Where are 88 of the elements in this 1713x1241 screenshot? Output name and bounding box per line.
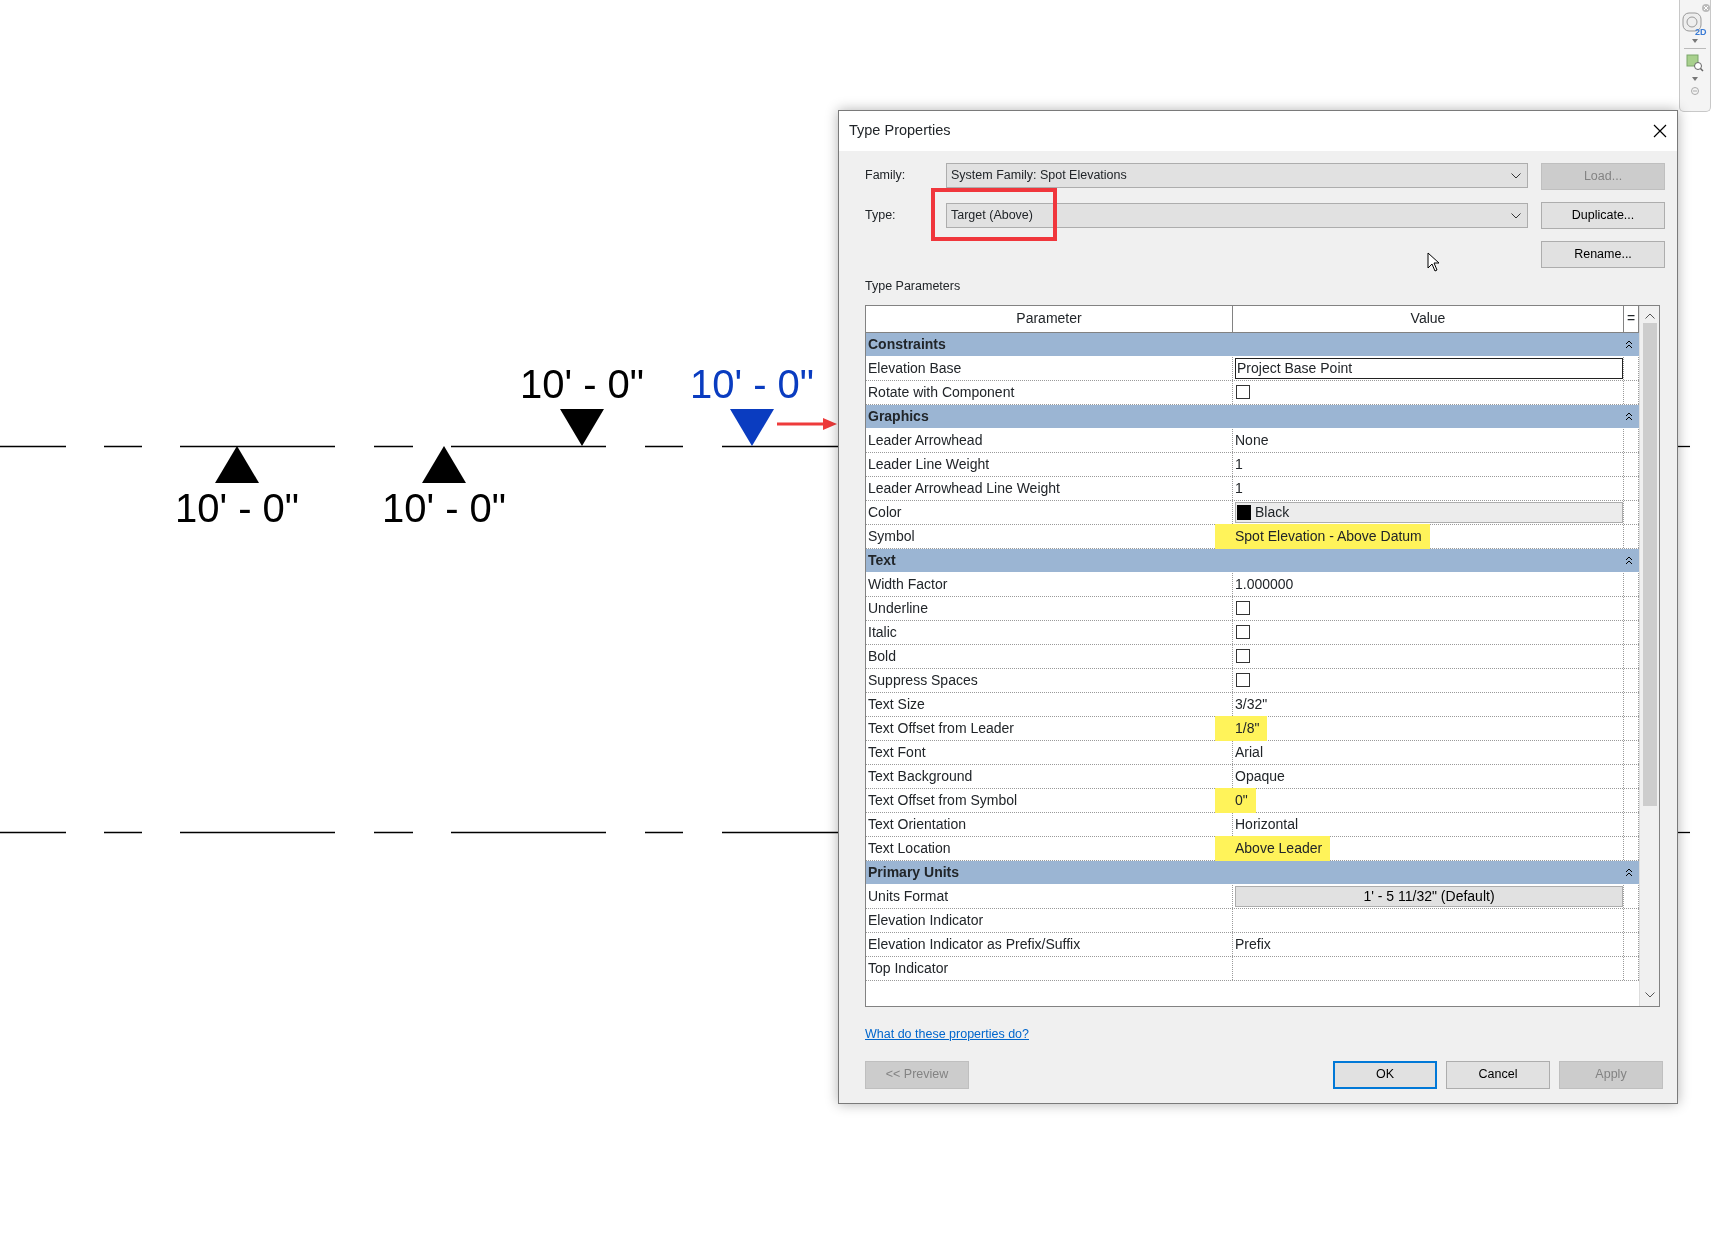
group-header[interactable]: Constraints <box>866 332 1640 357</box>
type-dropdown[interactable]: Target (Above) <box>946 203 1528 228</box>
collapse-icon[interactable] <box>1625 555 1634 565</box>
scroll-down-icon[interactable] <box>1644 991 1655 998</box>
parameter-value: Arial <box>1235 742 1263 762</box>
parameter-name: Text Background <box>868 766 973 786</box>
section-title: Type Parameters <box>865 278 962 295</box>
dialog-button[interactable]: Rename... <box>1541 241 1665 268</box>
parameter-name: Text Size <box>868 694 925 714</box>
elevation-label: 10' - 0" <box>519 364 645 404</box>
parameter-value: 3/32" <box>1235 694 1268 714</box>
dialog-button[interactable]: Duplicate... <box>1541 202 1665 229</box>
checkbox[interactable] <box>1236 673 1250 688</box>
collapse-icon[interactable] <box>1625 339 1634 349</box>
scroll-thumb[interactable] <box>1642 322 1657 806</box>
parameter-name: Underline <box>868 598 928 618</box>
parameter-name: Symbol <box>868 526 915 546</box>
family-label: Family: <box>865 167 907 185</box>
window-title: Type Properties <box>849 121 951 141</box>
column-header[interactable]: = <box>1624 305 1640 332</box>
checkbox[interactable] <box>1236 385 1250 400</box>
dialog-button[interactable]: OK <box>1333 1060 1437 1089</box>
zoom-icon[interactable] <box>1686 54 1704 72</box>
triangle-symbol[interactable] <box>560 409 604 446</box>
family-dropdown[interactable]: System Family: Spot Elevations <box>946 163 1528 188</box>
cursor-icon <box>1427 252 1440 272</box>
triangle-symbol[interactable] <box>422 446 466 483</box>
parameter-name: Italic <box>868 622 897 642</box>
collapse-icon[interactable] <box>1625 867 1634 877</box>
help-link[interactable]: What do these properties do? <box>865 1024 1029 1044</box>
parameter-value: 0" <box>1215 787 1256 813</box>
parameter-name: Text Offset from Symbol <box>868 790 1018 810</box>
parameter-value: Spot Elevation - Above Datum <box>1215 523 1430 549</box>
scrollbar[interactable] <box>1639 305 1659 1006</box>
parameter-name: Text Orientation <box>868 814 967 834</box>
elevation-label: 10' - 0" <box>381 488 507 528</box>
parameter-value: 1 <box>1235 454 1243 474</box>
parameter-name: Bold <box>868 646 897 666</box>
group-title: Primary Units <box>868 862 960 882</box>
color-button[interactable]: Black <box>1235 501 1623 523</box>
parameter-name: Leader Arrowhead Line Weight <box>868 478 1060 498</box>
checkbox[interactable] <box>1236 625 1250 640</box>
units-format-button[interactable]: 1' - 5 11/32" (Default) <box>1235 885 1623 907</box>
parameter-value: 1.000000 <box>1235 574 1294 594</box>
parameter-name: Elevation Indicator <box>868 910 984 930</box>
parameter-name: Width Factor <box>868 574 948 594</box>
chevron-icon <box>1511 172 1521 179</box>
group-header[interactable]: Primary Units <box>866 860 1640 885</box>
elevation-label: 10' - 0" <box>689 364 815 404</box>
parameter-name: Elevation Base <box>868 358 962 378</box>
triangle-symbol[interactable] <box>215 446 259 483</box>
parameter-name: Text Font <box>868 742 926 762</box>
parameter-name: Rotate with Component <box>868 382 1015 402</box>
elevation-label: 10' - 0" <box>174 488 300 528</box>
group-header[interactable]: Graphics <box>866 404 1640 429</box>
type-label: Type: <box>865 207 897 225</box>
parameter-value: Prefix <box>1235 934 1271 954</box>
caret-icon[interactable] <box>1692 39 1698 43</box>
group-title: Text <box>868 550 896 570</box>
value-field[interactable]: Project Base Point <box>1235 357 1623 379</box>
parameter-name: Leader Arrowhead <box>868 430 983 450</box>
parameter-name: Color <box>868 502 902 522</box>
checkbox[interactable] <box>1236 601 1250 616</box>
dialog-button[interactable]: Cancel <box>1446 1060 1550 1089</box>
parameter-value: 1/8" <box>1215 715 1268 741</box>
parameter-name: Text Location <box>868 838 951 858</box>
checkbox[interactable] <box>1236 649 1250 664</box>
parameter-name: Top Indicator <box>868 958 949 978</box>
close-icon[interactable] <box>1653 124 1667 138</box>
parameter-name: Leader Line Weight <box>868 454 990 474</box>
parameter-value: Opaque <box>1235 766 1285 786</box>
collapse-icon[interactable] <box>1625 411 1634 421</box>
scroll-up-icon[interactable] <box>1644 312 1655 319</box>
parameter-name: Elevation Indicator as Prefix/Suffix <box>868 934 1081 954</box>
chevron-icon <box>1511 212 1521 219</box>
parameter-name: Text Offset from Leader <box>868 718 1015 738</box>
group-title: Constraints <box>868 334 946 354</box>
parameter-value: Above Leader <box>1215 835 1331 861</box>
caret-icon[interactable] <box>1692 77 1698 81</box>
parameter-name: Suppress Spaces <box>868 670 978 690</box>
parameter-name: Units Format <box>868 886 949 906</box>
parameter-value: None <box>1235 430 1269 450</box>
group-header[interactable]: Text <box>866 548 1640 573</box>
parameter-value: 1 <box>1235 478 1243 498</box>
triangle-symbol[interactable] <box>730 409 774 446</box>
group-title: Graphics <box>868 406 929 426</box>
parameter-value: Horizontal <box>1235 814 1299 834</box>
arrow <box>777 418 837 430</box>
